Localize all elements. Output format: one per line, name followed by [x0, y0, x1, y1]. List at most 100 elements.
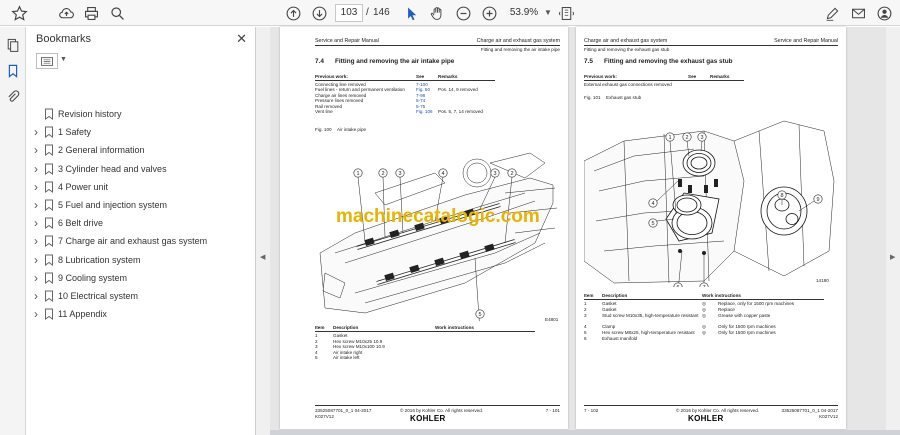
user-account-icon[interactable]	[874, 3, 894, 23]
expand-right-icon[interactable]: ▶	[890, 253, 895, 261]
page-header-left: Charge air and exhaust gas system	[584, 38, 668, 44]
bookmark-item[interactable]: › 9 Cooling system	[26, 269, 256, 287]
item-work-instruction: Only for 1500 rpm machines	[718, 324, 776, 329]
sign-pen-icon[interactable]	[822, 3, 842, 23]
footer-doc-number: 33525087701_0_1 04-2017	[781, 408, 838, 413]
bookmark-item[interactable]: › 8 Lubrication system	[26, 251, 256, 269]
kohler-logo: KOHLER	[410, 414, 446, 423]
zoom-out-icon[interactable]	[453, 3, 473, 23]
prev-work-link[interactable]: 7-100	[416, 82, 428, 87]
page-number-input[interactable]: 103	[335, 4, 363, 22]
vertical-scrollbar[interactable]: ▶	[886, 27, 900, 435]
prev-work-link[interactable]: 5-75	[416, 104, 425, 109]
item-work-instruction: Replace	[718, 307, 735, 312]
bookmark-item[interactable]: › 3 Cylinder head and valves	[26, 160, 256, 178]
item-description: Stud screw M10x35, high-temperature resi…	[602, 313, 699, 318]
chevron-right-icon[interactable]: ›	[34, 289, 42, 303]
email-icon[interactable]	[848, 3, 868, 23]
bookmark-options-button[interactable]	[36, 53, 58, 69]
footer-rule	[315, 405, 560, 406]
svg-text:1: 1	[356, 171, 359, 177]
bookmark-item[interactable]: › 4 Power unit	[26, 178, 256, 196]
svg-text:3: 3	[398, 171, 401, 177]
item-number: 4	[315, 349, 318, 355]
bookmark-item[interactable]: › 10 Electrical system	[26, 287, 256, 305]
attachment-icon[interactable]	[3, 87, 23, 107]
select-cursor-icon[interactable]	[401, 3, 421, 23]
prev-work-link[interactable]: 5-74	[416, 98, 425, 103]
bookmark-item[interactable]: › 11 Appendix	[26, 305, 256, 323]
figure-caption: Exhaust gas stub	[606, 95, 642, 100]
bookmark-icon	[45, 199, 53, 211]
chevron-right-icon[interactable]: ›	[34, 143, 42, 157]
bookmark-item[interactable]: › 6 Belt drive	[26, 214, 256, 232]
close-icon[interactable]: ✕	[236, 31, 247, 47]
item-description: Air intake right	[333, 349, 363, 355]
zoom-in-icon[interactable]	[479, 3, 499, 23]
bookmark-item[interactable]: › 1 Safety	[26, 123, 256, 141]
bookmark-panel-icon[interactable]	[3, 61, 23, 81]
items-rule	[584, 299, 824, 300]
page-thumbnails-icon[interactable]	[3, 35, 23, 55]
hand-tool-icon[interactable]	[427, 3, 447, 23]
bookmarks-title: Bookmarks	[36, 33, 92, 45]
svg-text:5: 5	[478, 312, 481, 318]
zoom-dropdown-icon[interactable]: ▼	[544, 8, 552, 17]
previous-page-icon[interactable]	[283, 3, 303, 23]
chevron-right-icon[interactable]: ›	[34, 253, 42, 267]
document-viewer[interactable]: Service and Repair Manual Charge air and…	[270, 27, 900, 435]
section-number: 7.5	[584, 58, 593, 65]
page-separator: /	[366, 7, 369, 18]
collapse-left-icon[interactable]: ◀	[260, 253, 265, 261]
chevron-right-icon[interactable]: ›	[34, 216, 42, 230]
bookmark-label: 3 Cylinder head and valves	[58, 163, 167, 174]
chevron-right-icon[interactable]: ›	[34, 234, 42, 248]
panel-collapse-handle[interactable]: ◀	[256, 27, 270, 435]
prev-work-text: Fuel lines - return and permanent ventil…	[315, 87, 405, 93]
chevron-right-icon[interactable]: ›	[34, 162, 42, 176]
svg-text:3: 3	[493, 171, 496, 177]
print-icon[interactable]	[81, 3, 101, 23]
star-icon[interactable]	[9, 3, 29, 23]
prev-work-text: Rail removed	[315, 103, 343, 109]
bookmark-item[interactable]: › 2 General information	[26, 141, 256, 159]
figure-callout: 4	[438, 168, 448, 178]
prev-work-header: Previous work:	[584, 74, 617, 79]
items-rule	[315, 331, 535, 332]
item-number: 3	[584, 313, 587, 318]
figure-caption: Air intake pipe	[337, 127, 367, 132]
zoom-search-icon[interactable]	[107, 3, 127, 23]
cloud-upload-icon[interactable]	[56, 3, 76, 23]
figure-callout: 9	[813, 194, 823, 204]
item-number: 1	[315, 333, 318, 338]
chevron-right-icon[interactable]: ›	[34, 271, 42, 285]
chevron-right-icon[interactable]: ›	[34, 180, 42, 194]
see-header: See	[416, 74, 425, 79]
zoom-level-field[interactable]: 53.9%	[504, 4, 544, 22]
fit-page-icon[interactable]	[556, 3, 576, 23]
figure-callout: 5	[475, 309, 485, 319]
bookmark-item[interactable]: › 5 Fuel and injection system	[26, 196, 256, 214]
items-header-work: Work instructions	[435, 325, 474, 330]
item-mark-icon: ◎	[702, 330, 707, 335]
item-description: Hex screw M8x25, high-temperature resist…	[602, 330, 695, 335]
svg-text:7: 7	[702, 285, 705, 287]
page-right: Charge air and exhaust gas system Servic…	[576, 27, 846, 429]
chevron-right-icon[interactable]: ›	[34, 307, 42, 321]
item-description: Hex screw M10x25 10.9	[333, 338, 383, 344]
bookmark-item[interactable]: › 7 Charge air and exhaust gas system	[26, 232, 256, 250]
chevron-right-icon[interactable]: ›	[34, 125, 42, 139]
item-work-instruction: Grease with copper paste	[718, 313, 771, 318]
bookmark-item[interactable]: Revision history	[26, 105, 256, 123]
chevron-down-icon[interactable]: ▼	[60, 56, 67, 63]
prev-work-link[interactable]: Fig. 106	[416, 109, 433, 114]
items-header-item: Item	[584, 293, 594, 298]
bookmark-icon	[45, 144, 53, 157]
prev-work-link[interactable]: Fig. 50	[416, 87, 430, 92]
item-work-instruction: Replace, only for 1500 rpm machines	[718, 301, 795, 306]
next-page-icon[interactable]	[309, 3, 329, 23]
prev-work-link[interactable]: 7-98	[416, 93, 425, 98]
item-number: 3	[315, 344, 318, 350]
exhaust-gas-stub-drawing: 1 2 3 4 5 6 7 8 9	[584, 120, 835, 287]
chevron-right-icon[interactable]: ›	[34, 198, 42, 212]
